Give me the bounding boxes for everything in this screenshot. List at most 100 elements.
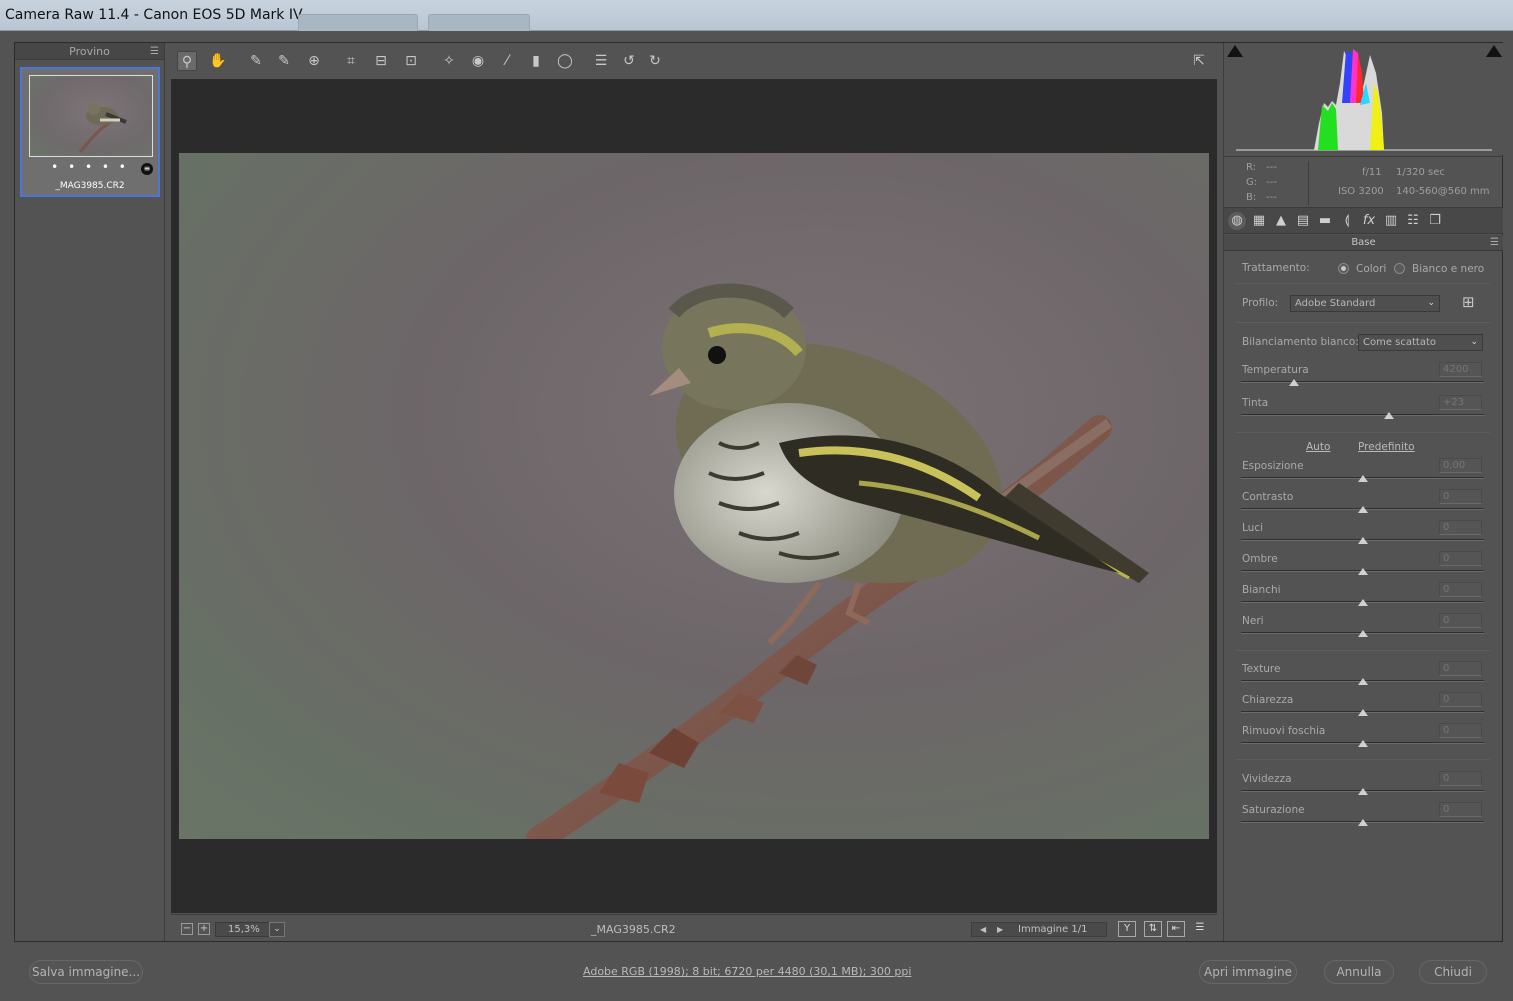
before-after-icon[interactable]: Y	[1118, 921, 1136, 937]
profile-select[interactable]: Adobe Standard ⌄	[1290, 295, 1440, 312]
filmstrip-menu-icon[interactable]: ☰	[150, 43, 159, 60]
slider-thumb[interactable]	[1357, 788, 1368, 795]
tab-calibration-icon[interactable]: ▥	[1382, 212, 1400, 230]
slider-label: Rimuovi foschia	[1242, 725, 1326, 737]
copy-settings-icon[interactable]: ⇤	[1167, 921, 1185, 937]
slider-label: Esposizione	[1242, 460, 1304, 472]
slider-value-field[interactable]: 0	[1439, 520, 1482, 535]
color-sampler-tool-icon[interactable]: ✎	[274, 51, 294, 71]
tool-bar: ⚲ ✋ ✎ ✎ ⊕ ⌗ ⊟ ⊡ ✧ ◉ ⁄ ▮ ◯ ☰ ↺ ↻ ⇱	[171, 43, 1217, 78]
slider-value-field[interactable]: 0	[1439, 692, 1482, 707]
auto-link[interactable]: Auto	[1306, 441, 1330, 453]
cancel-button[interactable]: Annulla	[1324, 960, 1394, 984]
panel-menu-icon[interactable]: ☰	[1490, 235, 1499, 251]
tab-effects-icon[interactable]: fx	[1360, 212, 1378, 230]
slider-thumb[interactable]	[1357, 568, 1368, 575]
hand-tool-icon[interactable]: ✋	[208, 51, 228, 71]
slider-thumb[interactable]	[1357, 506, 1368, 513]
slider-thumb[interactable]	[1289, 379, 1300, 386]
slider-thumb[interactable]	[1357, 537, 1368, 544]
crop-tool-icon[interactable]: ⌗	[341, 51, 361, 71]
rotate-right-icon[interactable]: ↻	[645, 51, 665, 71]
current-filename: _MAG3985.CR2	[591, 923, 676, 936]
slider-thumb[interactable]	[1357, 678, 1368, 685]
slider-label: Luci	[1242, 522, 1264, 534]
slider-value-field[interactable]: 0	[1439, 661, 1482, 676]
slider-value-field[interactable]: 0	[1439, 551, 1482, 566]
tab-snapshots-icon[interactable]: ❐	[1426, 212, 1444, 230]
slider-value-field[interactable]: 0	[1439, 489, 1482, 504]
zoom-dropdown-icon[interactable]: ⌄	[269, 922, 285, 937]
profilo-label: Profilo:	[1242, 297, 1279, 309]
zoom-tool-icon[interactable]: ⚲	[177, 51, 197, 71]
histogram	[1224, 43, 1503, 155]
slider-value-field[interactable]: 0	[1439, 613, 1482, 628]
slider-value-field[interactable]: 0	[1439, 802, 1482, 817]
view-settings-icon[interactable]: ☰	[1191, 921, 1209, 937]
g-label: G:	[1246, 177, 1258, 188]
wb-select[interactable]: Come scattato ⌄	[1358, 334, 1483, 351]
trattamento-label: Trattamento:	[1242, 262, 1310, 274]
slider-label: Saturazione	[1242, 804, 1305, 816]
b-value: ---	[1266, 192, 1277, 203]
slider-label: Tinta	[1242, 397, 1269, 409]
slider-thumb[interactable]	[1357, 475, 1368, 482]
radial-filter-tool-icon[interactable]: ◯	[555, 51, 575, 71]
r-label: R:	[1246, 162, 1257, 173]
slider-value-field[interactable]: 0	[1439, 723, 1482, 738]
zoom-in-button[interactable]: +	[198, 923, 210, 935]
straighten-tool-icon[interactable]: ⊟	[371, 51, 391, 71]
close-button[interactable]: Chiudi	[1419, 960, 1487, 984]
next-image-icon[interactable]: ▶	[997, 923, 1003, 936]
slider-thumb[interactable]	[1384, 412, 1395, 419]
targeted-adjustment-tool-icon[interactable]: ⊕	[304, 51, 324, 71]
radio-colori-label[interactable]: Colori	[1356, 263, 1386, 275]
swap-settings-icon[interactable]: ⇅	[1144, 921, 1162, 937]
title-bar: Camera Raw 11.4 - Canon EOS 5D Mark IV	[0, 0, 1513, 31]
radio-bianco-nero-label[interactable]: Bianco e nero	[1412, 263, 1484, 275]
lens-value: 140-560@560 mm	[1396, 186, 1490, 197]
workflow-options-link[interactable]: Adobe RGB (1998); 8 bit; 6720 per 4480 (…	[583, 965, 911, 978]
slider-label: Contrasto	[1242, 491, 1294, 503]
slider-thumb[interactable]	[1357, 630, 1368, 637]
radio-bianco-nero[interactable]	[1394, 263, 1405, 274]
tab-presets-icon[interactable]: ☷	[1404, 212, 1422, 230]
adjustment-brush-tool-icon[interactable]: ⁄	[497, 51, 517, 71]
preferences-icon[interactable]: ☰	[591, 51, 611, 71]
slider-value-field[interactable]: 0	[1439, 771, 1482, 786]
zoom-out-button[interactable]: −	[181, 923, 193, 935]
rating-stars[interactable]: • • • • •	[22, 160, 158, 174]
preview-image[interactable]	[179, 153, 1209, 839]
radio-colori[interactable]	[1338, 263, 1349, 274]
slider-value-field[interactable]: +23	[1439, 395, 1482, 410]
tab-detail-icon[interactable]: ▲	[1272, 212, 1290, 230]
tab-hsl-icon[interactable]: ▤	[1294, 212, 1312, 230]
default-link[interactable]: Predefinito	[1358, 441, 1415, 453]
slider-value-field[interactable]: 0	[1439, 582, 1482, 597]
spot-removal-tool-icon[interactable]: ✧	[439, 51, 459, 71]
slider-thumb[interactable]	[1357, 599, 1368, 606]
transform-tool-icon[interactable]: ⊡	[401, 51, 421, 71]
prev-image-icon[interactable]: ◀	[980, 923, 986, 936]
white-balance-tool-icon[interactable]: ✎	[246, 51, 266, 71]
tab-split-toning-icon[interactable]: ▬	[1316, 212, 1334, 230]
slider-thumb[interactable]	[1357, 740, 1368, 747]
slider-track[interactable]	[1241, 381, 1484, 383]
fullscreen-toggle-icon[interactable]: ⇱	[1189, 51, 1209, 71]
save-image-button[interactable]: Salva immagine...	[29, 960, 143, 984]
slider-value-field[interactable]: 4200	[1439, 362, 1482, 377]
profile-browser-icon[interactable]: ⊞	[1462, 295, 1475, 310]
open-image-button[interactable]: Apri immagine	[1199, 960, 1297, 984]
slider-thumb[interactable]	[1357, 709, 1368, 716]
red-eye-tool-icon[interactable]: ◉	[468, 51, 488, 71]
rotate-left-icon[interactable]: ↺	[619, 51, 639, 71]
slider-thumb[interactable]	[1357, 819, 1368, 826]
slider-value-field[interactable]: 0,00	[1439, 458, 1482, 473]
tab-tone-curve-icon[interactable]: ▦	[1250, 212, 1268, 230]
tab-basic-icon[interactable]: ◍	[1228, 212, 1246, 230]
tab-lens-corrections-icon[interactable]: ⟬	[1338, 212, 1356, 230]
filmstrip-thumbnail[interactable]: • • • • • ≡ _MAG3985.CR2	[20, 67, 160, 197]
readout-divider	[1308, 161, 1309, 205]
graduated-filter-tool-icon[interactable]: ▮	[526, 51, 546, 71]
slider-track[interactable]	[1241, 414, 1484, 416]
